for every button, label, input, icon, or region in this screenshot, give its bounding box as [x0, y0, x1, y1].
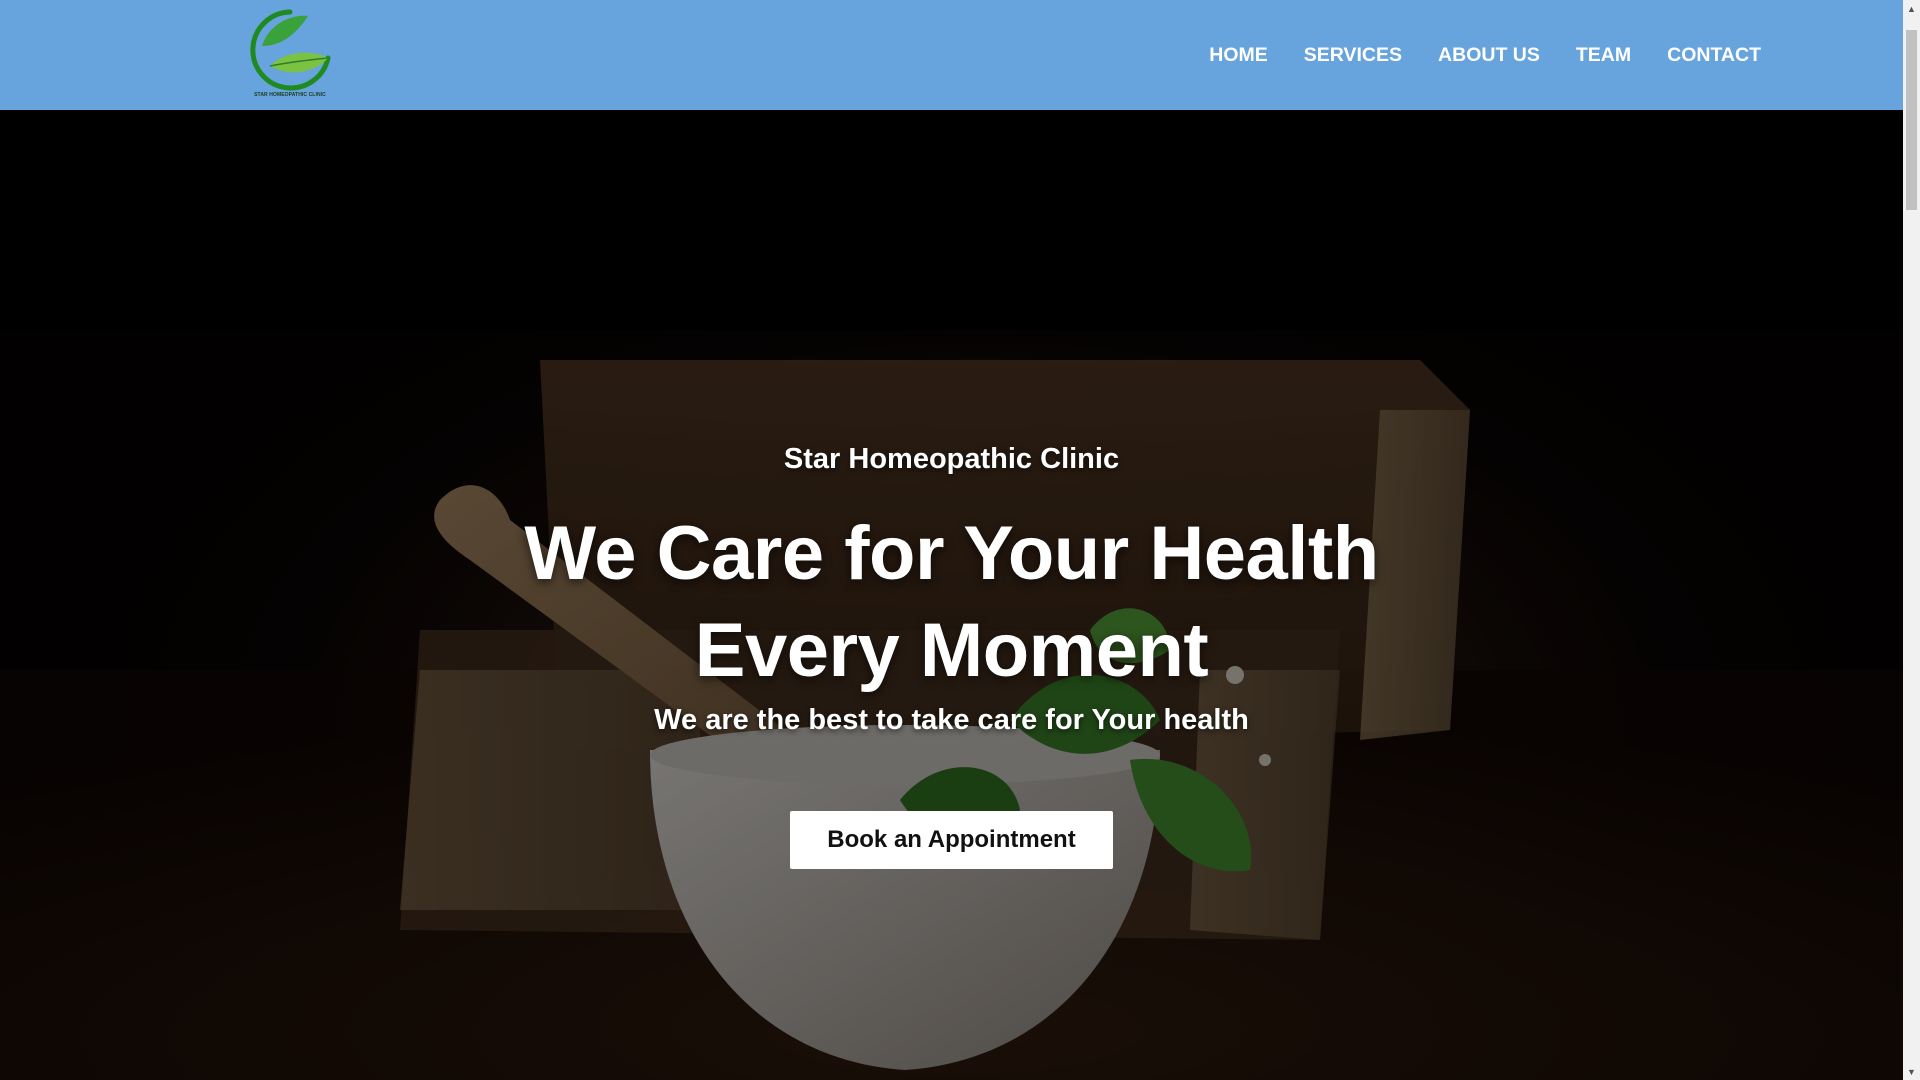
hero-title-line-2: Every Moment	[694, 608, 1209, 693]
site-header: STAR HOMEOPATHIC CLINIC HOME SERVICES AB…	[0, 0, 1903, 110]
page-scrollbar[interactable]: ▲ ▼	[1903, 0, 1920, 1080]
book-appointment-button[interactable]: Book an Appointment	[790, 811, 1113, 869]
chevron-down-icon[interactable]: ▼	[1903, 1063, 1920, 1080]
chevron-up-icon[interactable]: ▲	[1903, 0, 1920, 17]
hero-title: We Care for Your Health Every Moment	[0, 505, 1903, 699]
clinic-logo[interactable]: STAR HOMEOPATHIC CLINIC	[240, 6, 340, 104]
hero-title-line-1: We Care for Your Health	[524, 511, 1379, 596]
hero-kicker: Star Homeopathic Clinic	[783, 443, 1120, 475]
leaf-logo-icon	[250, 9, 331, 91]
nav-contact[interactable]: CONTACT	[1667, 44, 1761, 67]
nav-home[interactable]: HOME	[1209, 44, 1268, 67]
scrollbar-thumb[interactable]	[1906, 30, 1917, 210]
nav-team[interactable]: TEAM	[1576, 44, 1631, 67]
hero-content: Star Homeopathic Clinic We Care for Your…	[0, 110, 1903, 1080]
page: STAR HOMEOPATHIC CLINIC HOME SERVICES AB…	[0, 0, 1920, 1080]
logo-caption: STAR HOMEOPATHIC CLINIC	[254, 92, 326, 98]
nav-services[interactable]: SERVICES	[1304, 44, 1402, 67]
hero-section: Star Homeopathic Clinic We Care for Your…	[0, 110, 1903, 1080]
nav-about-us[interactable]: ABOUT US	[1438, 44, 1540, 67]
hero-subtitle: We are the best to take care for Your he…	[654, 704, 1249, 736]
main-nav: HOME SERVICES ABOUT US TEAM CONTACT	[1173, 0, 1761, 110]
